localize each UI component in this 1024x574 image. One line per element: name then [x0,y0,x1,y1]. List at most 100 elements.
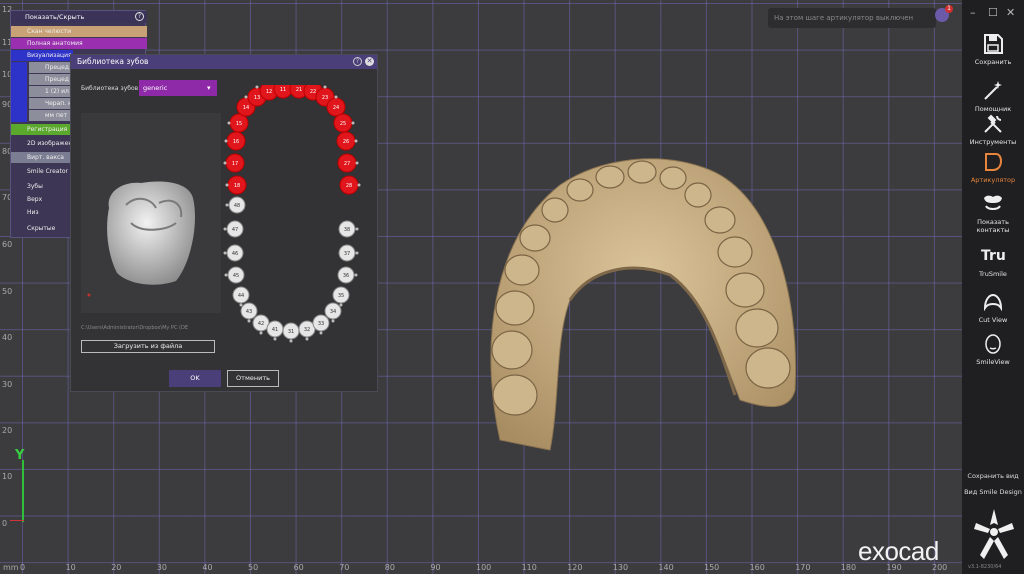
tooth[interactable]: 27 [337,153,357,173]
tooth-indicator-dot [334,95,338,99]
ok-button[interactable]: OK [169,370,221,387]
trusmile-icon: Tru [981,248,1006,264]
tooth-indicator-dot [355,251,359,255]
show-hide-item[interactable]: 1 (2) ил [29,86,73,97]
version-text: v3.1-8230/64 [968,564,1002,570]
tooth[interactable]: 41 [266,320,284,338]
unit-label: mm [3,563,19,572]
dental-arch-scan[interactable] [470,150,810,455]
tools-label: Инструменты [969,138,1017,146]
save-view-link[interactable]: Сохранить вид [962,472,1024,480]
show-hide-item[interactable]: Скрытые [11,223,73,234]
smileview-button[interactable]: SmileView [962,332,1024,366]
tooth[interactable]: 31 [282,322,300,340]
tooth[interactable]: 15 [229,113,249,133]
tooth-chart[interactable]: 18 17 16 15 14 13 12 11 21 22 23 24 25 26 27 28 48 47 46 45… [221,85,375,355]
tooth[interactable]: 18 [227,175,247,195]
tooth[interactable]: 36 [337,266,355,284]
tooth[interactable]: 26 [336,131,356,151]
tooth-number: 42 [258,321,264,327]
smile-design-view-link[interactable]: Вид Smile Design [962,488,1024,496]
show-hide-item-label: Регистрация [27,126,68,133]
tooth[interactable]: 44 [232,286,250,304]
tooth[interactable]: 11 [273,85,293,99]
show-hide-item[interactable]: Вирт. вакса [11,152,73,163]
articulator-button[interactable]: Артикулятор [962,150,1024,184]
show-hide-item-label: Smile Creator [27,168,68,175]
show-hide-item-label: Верх [27,196,43,203]
dialog-titlebar[interactable]: Библиотека зубов ? ✕ [71,55,377,69]
show-hide-item[interactable]: Черап. ю [29,98,73,109]
show-hide-item[interactable]: Прецед [29,62,73,73]
y-tick-label: 50 [2,287,13,296]
tooth-number: 45 [233,273,239,279]
tooth[interactable]: 25 [333,113,353,133]
tooth[interactable]: 16 [226,131,246,151]
tooth-indicator-dot [227,121,231,125]
tools-button[interactable]: Инструменты [962,112,1024,146]
tooth[interactable]: 35 [332,286,350,304]
tooth[interactable]: 45 [227,266,245,284]
wizard-button[interactable]: Помощник [962,79,1024,113]
tooth-number: 28 [346,183,352,189]
x-tick-label: 170 [795,563,811,572]
tooth[interactable]: 46 [226,244,244,262]
tooth[interactable]: 43 [240,302,258,320]
tooth-indicator-dot [259,331,263,335]
tooth[interactable]: 48 [228,196,246,214]
help-icon[interactable]: ? [135,12,144,21]
tooth-number: 36 [343,273,349,279]
maximize-icon[interactable]: ☐ [988,6,998,19]
x-tick-label: 70 [339,563,350,572]
show-hide-item[interactable]: 2D изображения [11,138,73,149]
show-hide-item-label: Низ [27,209,39,216]
tooth[interactable]: 33 [312,314,330,332]
save-button[interactable]: Сохранить [962,32,1024,66]
tooth-number: 13 [254,95,260,101]
tooth[interactable]: 47 [226,220,244,238]
tooth-indicator-dot [319,331,323,335]
tooth-indicator-dot [225,183,229,187]
show-hide-item[interactable]: Smile Creator [11,166,73,177]
tooth[interactable]: 24 [326,97,346,117]
show-hide-item[interactable]: Скан челюсти [11,26,147,37]
minimize-icon[interactable]: – [970,6,976,19]
chevron-down-icon[interactable]: ▾ [207,80,211,96]
tooth[interactable]: 28 [339,175,359,195]
cancel-button[interactable]: Отменить [227,370,279,387]
show-hide-item[interactable]: Верх [11,194,73,205]
x-tick-label: 160 [749,563,765,572]
cut-view-button[interactable]: Cut View [962,290,1024,324]
x-tick-label: 180 [840,563,857,572]
show-hide-item[interactable]: Зубы [11,181,73,192]
dialog-help-icon[interactable]: ? [353,57,362,66]
x-tick-label: 140 [658,563,674,572]
trusmile-button[interactable]: Tru TruSmile [962,244,1024,278]
tooth-number: 35 [338,293,344,299]
tooth[interactable]: 17 [225,153,245,173]
show-hide-item[interactable]: мм пет [29,110,73,121]
tooth[interactable]: 38 [338,220,356,238]
library-select[interactable]: generic [139,80,217,96]
show-hide-item-label: мм пет [45,112,68,119]
tooth-indicator-dot [305,337,309,341]
show-hide-item[interactable]: Регистрация [11,124,73,135]
show-hide-header[interactable]: Показать/Скрыть ? [11,11,147,23]
show-hide-item[interactable]: Полная анатомия [11,38,147,49]
tooth-indicator-dot [273,337,277,341]
tooth-number: 18 [234,183,240,189]
tooth-preview[interactable] [81,113,221,313]
show-hide-item[interactable]: Прецед [29,74,73,85]
x-tick-label: 110 [521,563,537,572]
show-contacts-button[interactable]: Показать контакты [962,192,1024,234]
close-icon[interactable]: ✕ [1006,6,1015,19]
show-hide-item-label: Зубы [27,183,43,190]
show-hide-item[interactable]: Визуализация [11,50,73,61]
tooth[interactable]: 37 [338,244,356,262]
dialog-close-icon[interactable]: ✕ [365,57,374,66]
load-from-file-button[interactable]: Загрузить из файла [81,340,215,353]
x-tick-label: 20 [111,563,122,572]
show-hide-item[interactable]: Низ [11,207,73,218]
tooth-number: 25 [340,121,346,127]
tooth[interactable]: 34 [324,302,342,320]
